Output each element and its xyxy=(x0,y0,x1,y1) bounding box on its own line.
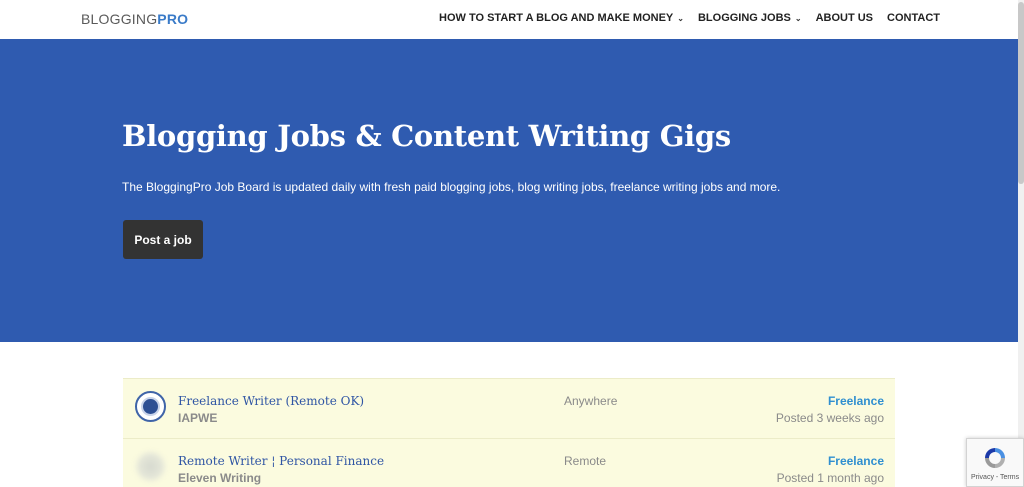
logo-text-pro: PRO xyxy=(157,11,189,27)
nav-item-contact[interactable]: CONTACT xyxy=(887,12,940,24)
job-location: Anywhere xyxy=(564,394,618,408)
recaptcha-badge[interactable]: Privacy - Terms xyxy=(966,438,1024,487)
job-listing[interactable]: Remote Writer ¦ Personal Finance Eleven … xyxy=(123,439,895,487)
job-company: Eleven Writing xyxy=(178,471,262,485)
company-logo-icon xyxy=(135,451,166,482)
job-type: Freelance xyxy=(827,394,884,408)
logo-text-blogging: BLOGGING xyxy=(81,11,158,27)
job-type: Freelance xyxy=(827,454,884,468)
iapwe-seal-icon xyxy=(135,391,166,422)
nav-item-label: BLOGGING JOBS xyxy=(697,12,791,24)
job-company: IAPWE xyxy=(178,411,218,425)
hero-subtitle: The BloggingPro Job Board is updated dai… xyxy=(122,180,781,194)
job-listing[interactable]: Freelance Writer (Remote OK) IAPWE Anywh… xyxy=(123,378,895,439)
chevron-down-icon: ⌄ xyxy=(677,13,684,23)
nav-item-label: ABOUT US xyxy=(815,12,874,24)
page-scrollbar[interactable] xyxy=(1018,0,1024,487)
main-nav: HOW TO START A BLOG AND MAKE MONEY ⌄ BLO… xyxy=(425,12,940,24)
job-location: Remote xyxy=(564,454,607,468)
nav-item-how-to-start-blog[interactable]: HOW TO START A BLOG AND MAKE MONEY ⌄ xyxy=(439,12,684,24)
recaptcha-links[interactable]: Privacy - Terms xyxy=(971,474,1019,481)
job-posted-date: Posted 1 month ago xyxy=(776,471,884,485)
scrollbar-thumb[interactable] xyxy=(1018,2,1024,184)
post-a-job-button[interactable]: Post a job xyxy=(123,220,203,259)
recaptcha-icon xyxy=(985,448,1005,468)
hero-banner: Blogging Jobs & Content Writing Gigs The… xyxy=(0,39,1018,342)
job-title[interactable]: Remote Writer ¦ Personal Finance xyxy=(178,454,384,468)
job-posted-date: Posted 3 weeks ago xyxy=(775,411,884,425)
nav-item-about-us[interactable]: ABOUT US xyxy=(816,12,873,24)
site-header: BLOGGINGPRO HOW TO START A BLOG AND MAKE… xyxy=(0,0,1018,39)
nav-item-label: CONTACT xyxy=(887,12,940,24)
job-list: Freelance Writer (Remote OK) IAPWE Anywh… xyxy=(123,378,895,487)
site-logo[interactable]: BLOGGINGPRO xyxy=(81,11,188,27)
nav-item-blogging-jobs[interactable]: BLOGGING JOBS ⌄ xyxy=(698,12,802,24)
page-title: Blogging Jobs & Content Writing Gigs xyxy=(122,119,731,153)
job-title[interactable]: Freelance Writer (Remote OK) xyxy=(178,394,364,408)
nav-item-label: HOW TO START A BLOG AND MAKE MONEY xyxy=(439,12,674,24)
chevron-down-icon: ⌄ xyxy=(794,13,802,23)
